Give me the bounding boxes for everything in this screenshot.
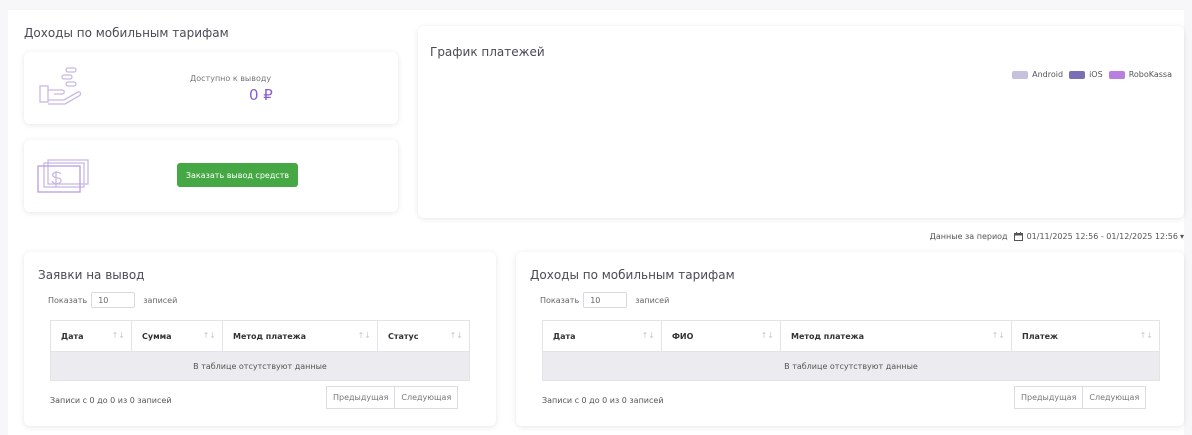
page-length-control: Показать 10 записей — [48, 292, 177, 308]
legend-swatch-ios — [1069, 70, 1086, 79]
next-page-button[interactable]: Следующая — [1083, 386, 1147, 409]
records-label: записей — [635, 295, 670, 305]
empty-table-message: В таблице отсутствуют данные — [50, 351, 470, 381]
withdraw-requests-table: Дата ↑↓ Сумма ↑↓ Метод платежа ↑↓ Статус ↑↓ … — [50, 320, 470, 381]
income-table-title: Доходы по мобильным тарифам — [530, 268, 735, 282]
sort-icon: ↑↓ — [111, 331, 125, 340]
pagination: Предыдущая Следующая — [326, 386, 459, 409]
column-header-date[interactable]: Дата ↑↓ — [50, 320, 132, 352]
column-header-date[interactable]: Дата ↑↓ — [542, 320, 662, 352]
column-header-status[interactable]: Статус ↑↓ — [377, 320, 470, 352]
pagination: Предыдущая Следующая — [1014, 386, 1147, 409]
period-range: 01/11/2025 12:56 - 01/12/2025 12:56 — [1026, 232, 1178, 241]
sort-icon: ↑↓ — [1139, 331, 1153, 340]
caret-down-icon: ▾ — [1179, 232, 1184, 241]
sort-icon: ↑↓ — [991, 331, 1005, 340]
page-length-select[interactable]: 10 — [91, 292, 136, 308]
withdraw-requests-card: Заявки на вывод Показать 10 записей Дата… — [24, 252, 496, 426]
sort-icon: ↑↓ — [357, 331, 371, 340]
column-header-amount[interactable]: Сумма ↑↓ — [131, 320, 223, 352]
sort-icon: ↑↓ — [449, 331, 463, 340]
page-length-select[interactable]: 10 — [583, 292, 628, 308]
balance-amount: 0 ₽ — [249, 86, 273, 104]
sort-icon: ↑↓ — [760, 331, 774, 340]
calendar-icon — [1013, 232, 1023, 241]
sort-icon: ↑↓ — [641, 331, 655, 340]
legend-item-android[interactable]: Android — [1032, 70, 1063, 79]
legend-swatch-robokassa — [1108, 70, 1125, 79]
hand-coins-icon — [38, 66, 88, 110]
period-label: Данные за период — [929, 232, 1008, 241]
column-header-full-name[interactable]: ФИО ↑↓ — [661, 320, 781, 352]
payments-chart-card: График платежей Android iOS RoboKassa — [418, 26, 1184, 218]
balance-card: Доступно к выводу 0 ₽ — [24, 52, 398, 124]
legend-swatch-android — [1012, 70, 1029, 79]
income-table: Дата ↑↓ ФИО ↑↓ Метод платежа ↑↓ Платеж ↑↓ В … — [542, 320, 1160, 381]
chart-legend: Android iOS RoboKassa — [1006, 70, 1172, 79]
previous-page-button[interactable]: Предыдущая — [326, 386, 396, 409]
legend-item-ios[interactable]: iOS — [1089, 70, 1103, 79]
column-header-payment[interactable]: Платеж ↑↓ — [1011, 320, 1160, 352]
chart-title: График платежей — [430, 45, 545, 59]
table-info: Записи с 0 до 0 из 0 записей — [50, 396, 172, 405]
legend-item-robokassa[interactable]: RoboKassa — [1129, 70, 1172, 79]
records-label: записей — [143, 295, 178, 305]
balance-label: Доступно к выводу — [190, 74, 272, 83]
previous-page-button[interactable]: Предыдущая — [1014, 386, 1084, 409]
show-label: Показать — [540, 295, 580, 305]
cash-stack-icon — [36, 158, 92, 198]
next-page-button[interactable]: Следующая — [395, 386, 459, 409]
column-header-payment-method[interactable]: Метод платежа ↑↓ — [780, 320, 1012, 352]
column-header-payment-method[interactable]: Метод платежа ↑↓ — [222, 320, 378, 352]
table-info: Записи с 0 до 0 из 0 записей — [542, 396, 664, 405]
income-section-title: Доходы по мобильным тарифам — [24, 26, 229, 40]
withdraw-button[interactable]: Заказать вывод средств — [177, 163, 298, 187]
income-table-card: Доходы по мобильным тарифам Показать 10 … — [516, 252, 1184, 426]
page-length-control: Показать 10 записей — [540, 292, 669, 308]
empty-table-message: В таблице отсутствуют данные — [542, 351, 1160, 381]
period-selector[interactable]: Данные за период 01/11/2025 12:56 - 01/1… — [930, 232, 1184, 241]
show-label: Показать — [48, 295, 88, 305]
sort-icon: ↑↓ — [202, 331, 216, 340]
withdraw-table-title: Заявки на вывод — [38, 268, 145, 282]
withdraw-card: Заказать вывод средств — [24, 140, 398, 212]
